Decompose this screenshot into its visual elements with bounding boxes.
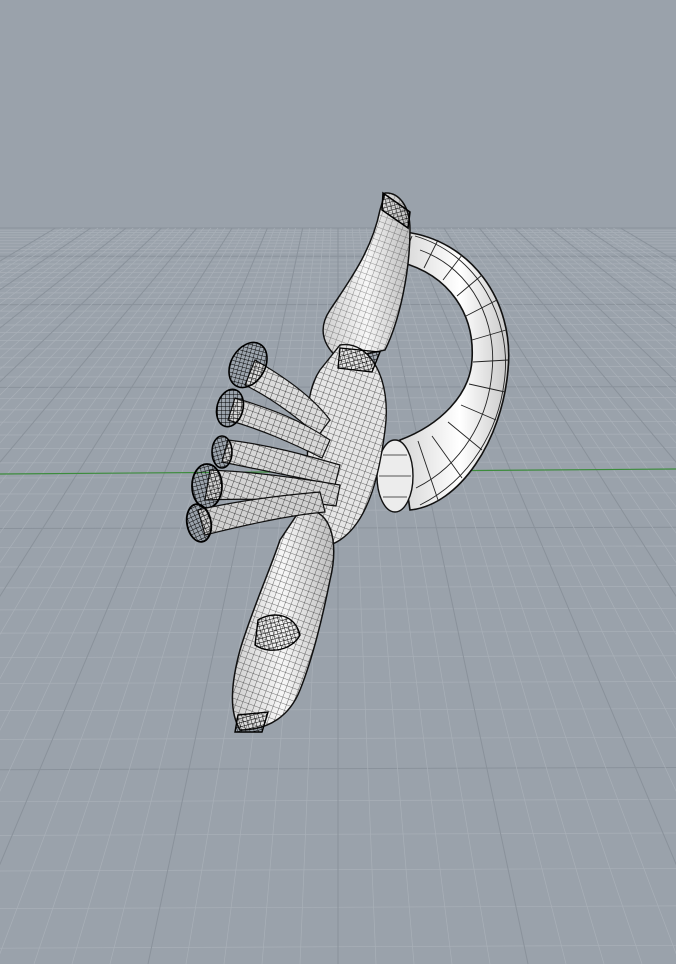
grid-line-vertical bbox=[535, 227, 676, 348]
grid-line-vertical bbox=[0, 227, 205, 484]
grid-line-vertical bbox=[493, 227, 676, 426]
grid-line-vertical bbox=[549, 227, 676, 329]
grid-line-vertical bbox=[0, 227, 169, 396]
grid-line-vertical bbox=[0, 227, 155, 370]
grid-line-vertical bbox=[401, 227, 676, 955]
leaf-stem-upper[interactable] bbox=[322, 191, 411, 361]
grid-line-vertical bbox=[0, 227, 212, 508]
grid-line-vertical bbox=[0, 227, 268, 866]
grid-line-vertical bbox=[0, 227, 176, 411]
grid-line-vertical bbox=[0, 227, 113, 312]
grid-line-vertical bbox=[528, 227, 676, 359]
grid-line-vertical bbox=[0, 227, 141, 348]
grid-line-vertical bbox=[613, 227, 676, 267]
grid-line-vertical bbox=[577, 227, 676, 297]
grid-line-vertical bbox=[0, 227, 148, 359]
3d-model[interactable] bbox=[184, 191, 510, 733]
grid-line-vertical bbox=[521, 227, 676, 370]
grid-line-vertical bbox=[599, 227, 676, 278]
grid-line-vertical bbox=[486, 227, 676, 444]
grid-line-vertical bbox=[0, 227, 120, 320]
grid-line-vertical bbox=[620, 227, 676, 262]
grid-line-vertical bbox=[556, 227, 676, 320]
grid-line-vertical bbox=[408, 227, 676, 866]
grid-line-vertical bbox=[0, 227, 198, 463]
grid-line-vertical bbox=[33, 227, 282, 964]
grid-line-vertical bbox=[0, 227, 99, 297]
leaf-stem-lower[interactable] bbox=[231, 508, 335, 733]
grid-line-vertical bbox=[0, 227, 275, 955]
grid-line-vertical bbox=[563, 227, 676, 312]
grid-line-vertical bbox=[394, 227, 643, 964]
grid-line-vertical bbox=[0, 227, 190, 444]
grid-line-vertical bbox=[0, 227, 219, 534]
grid-line-vertical bbox=[0, 227, 63, 267]
grid-line-vertical bbox=[0, 227, 106, 305]
grid-line-vertical bbox=[0, 227, 240, 636]
grid-line-vertical bbox=[0, 227, 56, 262]
grid-line-vertical bbox=[570, 227, 676, 305]
3d-viewport[interactable] bbox=[0, 0, 676, 964]
grid-line-vertical bbox=[507, 227, 676, 396]
grid-line-vertical bbox=[478, 227, 676, 463]
grid-line-vertical bbox=[0, 227, 77, 278]
grid-line-vertical bbox=[0, 227, 127, 329]
grid-line-vertical bbox=[0, 227, 183, 426]
grid-line-vertical bbox=[500, 227, 676, 411]
